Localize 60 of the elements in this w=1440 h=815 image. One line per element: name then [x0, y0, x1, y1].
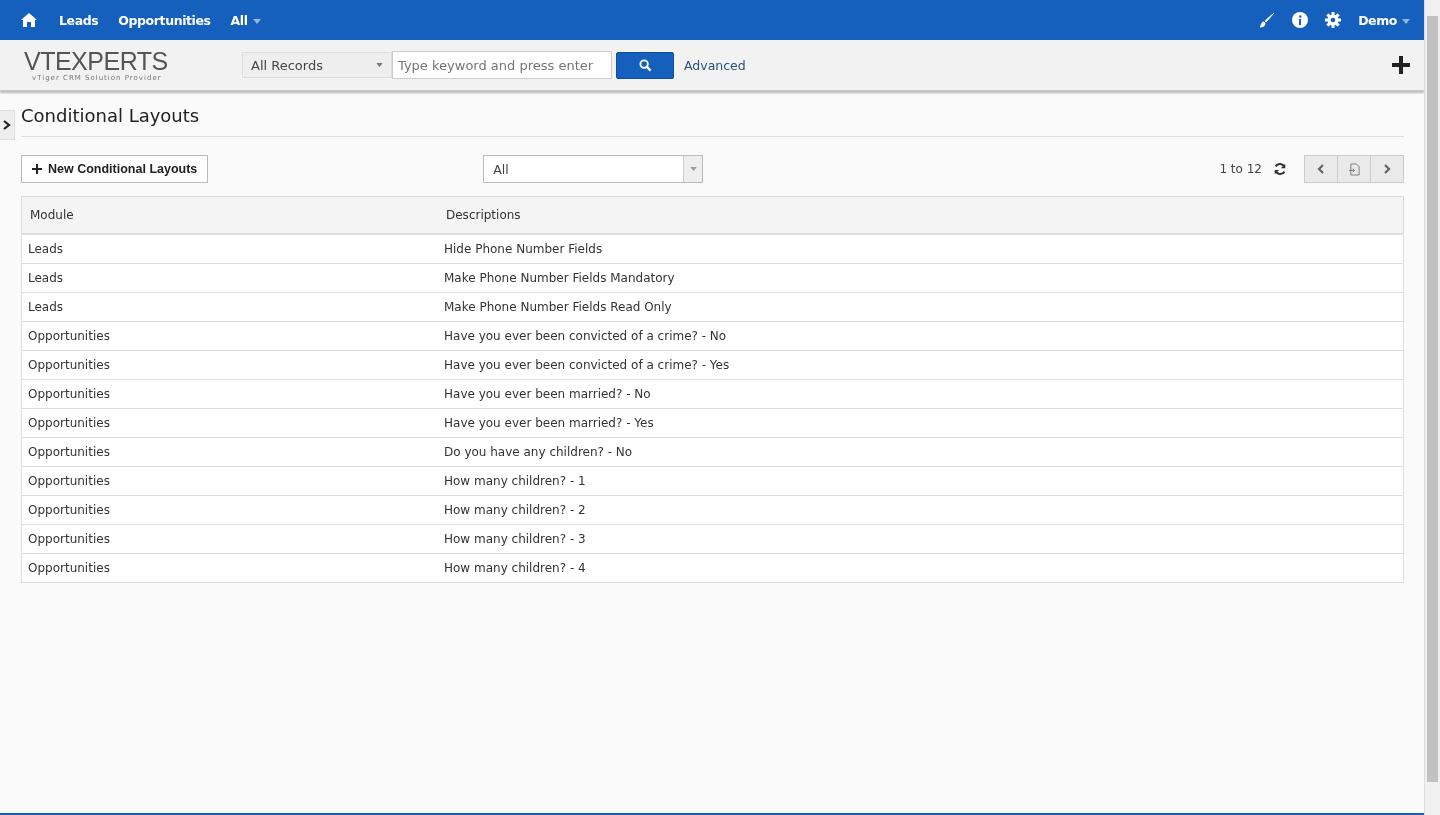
- table-cell: Opportunities: [21, 495, 438, 525]
- table-cell: How many children? - 1: [438, 466, 1404, 496]
- table-cell: Opportunities: [21, 408, 438, 438]
- caret-icon: [376, 63, 383, 67]
- chevron-left-icon: [1317, 164, 1325, 174]
- column-header[interactable]: Descriptions: [438, 196, 1404, 234]
- home-icon[interactable]: [21, 13, 37, 27]
- table-cell: Opportunities: [21, 350, 438, 380]
- caret-icon: [689, 167, 697, 171]
- nav-link[interactable]: All: [230, 12, 261, 28]
- sidebar-toggle[interactable]: [0, 110, 15, 140]
- table-cell: Hide Phone Number Fields: [438, 234, 1404, 264]
- brush-icon[interactable]: [1259, 12, 1276, 28]
- column-header[interactable]: Module: [21, 196, 438, 234]
- table-cell: How many children? - 2: [438, 495, 1404, 525]
- refresh-icon[interactable]: [1273, 162, 1287, 176]
- table-cell: Opportunities: [21, 553, 438, 583]
- document-arrow-icon: [1348, 162, 1360, 176]
- table-cell: Opportunities: [21, 321, 438, 351]
- search-field[interactable]: Type keyword and press enter: [392, 51, 612, 79]
- table-cell: Have you ever been married? - Yes: [438, 408, 1404, 438]
- table-cell: Do you have any children? - No: [438, 437, 1404, 467]
- settings-icon[interactable]: [1325, 12, 1342, 28]
- filter-value: All: [493, 161, 509, 177]
- chevron-right-icon: [1383, 164, 1391, 174]
- search-icon: [638, 58, 652, 72]
- page-title: Conditional Layouts: [21, 91, 1404, 137]
- table-cell: How many children? - 4: [438, 553, 1404, 583]
- table-cell: Make Phone Number Fields Mandatory: [438, 263, 1404, 293]
- nav-link[interactable]: Leads: [59, 12, 99, 28]
- table-cell: Make Phone Number Fields Read Only: [438, 292, 1404, 322]
- table-cell: Opportunities: [21, 437, 438, 467]
- info-icon[interactable]: [1292, 12, 1309, 28]
- new-layout-button[interactable]: New Conditional Layouts: [21, 155, 209, 183]
- table-cell: Leads: [21, 263, 438, 293]
- add-icon[interactable]: [1392, 56, 1410, 74]
- table-cell: Leads: [21, 292, 438, 322]
- table-cell: Have you ever been married? - No: [438, 379, 1404, 409]
- scrollbar-thumb[interactable]: [1427, 16, 1438, 782]
- plus-icon: [32, 164, 42, 174]
- advanced-search-link[interactable]: Advanced: [684, 57, 746, 73]
- table-cell: Have you ever been convicted of a crime? - No: [438, 321, 1404, 351]
- table-cell: How many children? - 3: [438, 524, 1404, 554]
- table-cell: Opportunities: [21, 466, 438, 496]
- table-cell: Opportunities: [21, 379, 438, 409]
- nav-link[interactable]: Opportunities: [118, 12, 211, 28]
- record-range: 1 to 12: [1219, 162, 1262, 176]
- table-cell: Opportunities: [21, 524, 438, 554]
- search-scope-select[interactable]: All Records: [242, 52, 392, 78]
- previous-page-button[interactable]: [1304, 155, 1338, 183]
- next-page-button[interactable]: [1370, 155, 1404, 183]
- chevron-right-icon: [3, 120, 11, 130]
- table-cell: Have you ever been convicted of a crime? - Yes: [438, 350, 1404, 380]
- table-cell: Leads: [21, 234, 438, 264]
- logo-text: VTEXPERTS: [24, 48, 169, 74]
- filter-select[interactable]: All: [483, 155, 704, 183]
- search-button[interactable]: [616, 51, 674, 79]
- user-menu[interactable]: Demo: [1358, 12, 1410, 28]
- caret-icon: [1402, 18, 1410, 24]
- caret-icon: [252, 18, 261, 24]
